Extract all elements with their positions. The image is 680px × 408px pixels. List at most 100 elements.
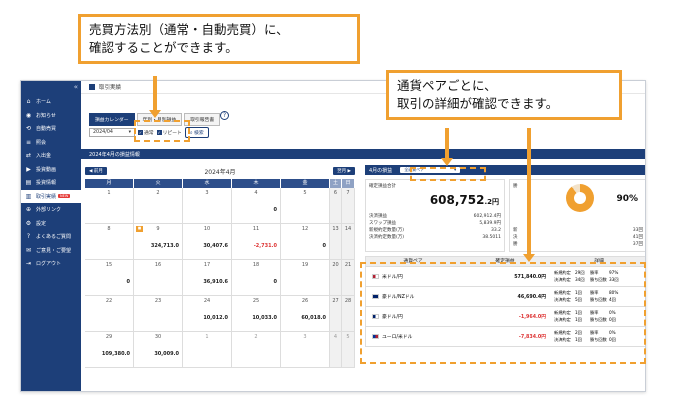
- sidebar-item[interactable]: ▶ 投資動画: [21, 163, 81, 177]
- calendar-day[interactable]: 19: [281, 260, 330, 296]
- link-icon: ⊕: [25, 206, 32, 214]
- chart-icon: ▥: [25, 192, 32, 200]
- kv-row: 決済損益 602,912.4円: [369, 213, 501, 220]
- connector: [445, 128, 449, 158]
- next-month-button[interactable]: 翌月 ▶: [333, 167, 355, 175]
- callout-trade-method: 売買方法別（通常・自動売買）に、 確認することができます。: [78, 14, 360, 64]
- calendar-day[interactable]: 28: [342, 296, 355, 332]
- month-select[interactable]: 2024/04 ▾: [89, 128, 135, 137]
- sidebar-item[interactable]: ? よくあるご質問: [21, 230, 81, 244]
- calendar-day[interactable]: 24 10,012.0: [183, 296, 232, 332]
- calendar-day[interactable]: 20: [330, 260, 342, 296]
- calendar-day[interactable]: 40: [232, 188, 281, 224]
- calendar-day[interactable]: 5: [281, 188, 330, 224]
- day-number: 21: [344, 262, 352, 268]
- calendar-day[interactable]: 25 10,033.0: [232, 296, 281, 332]
- total-pl-label: 確定損益合計: [369, 184, 396, 189]
- win-rate-donut: [566, 184, 594, 212]
- sidebar-item[interactable]: ⇄ 入出金: [21, 149, 81, 163]
- weekday-label: 金: [281, 179, 330, 188]
- search-label: 検索: [194, 131, 204, 136]
- sidebar-item-label: 設定: [36, 220, 47, 227]
- sidebar-nav: ⌂ ホーム ◉ お知らせ ⟲ 自動売買 ≡ 照会 ⇄ 入出金 ▶ 投資動画 ▤ 投資情報 ▥ 取引実績 NEW ⊕…: [21, 95, 81, 271]
- sidebar-item[interactable]: ◉ お知らせ: [21, 109, 81, 123]
- day-number: 15: [105, 262, 113, 268]
- day-number: 27: [332, 298, 339, 304]
- calendar-day[interactable]: 12 0: [281, 224, 330, 260]
- calendar-day[interactable]: 1: [183, 332, 232, 368]
- mail-icon: ✉: [25, 246, 32, 254]
- calendar-day[interactable]: 4: [330, 332, 342, 368]
- prev-month-button[interactable]: ◀ 前月: [85, 167, 107, 175]
- help-icon[interactable]: ?: [220, 111, 229, 120]
- calendar-day[interactable]: 8: [85, 224, 134, 260]
- calendar-day[interactable]: 16: [134, 260, 183, 296]
- sidebar-item[interactable]: ✉ ご意見・ご要望: [21, 244, 81, 258]
- total-pl-int: 608,752: [429, 193, 485, 207]
- sidebar-item[interactable]: ≡ 照会: [21, 136, 81, 150]
- calendar-day[interactable]: 26 60,018.0: [281, 296, 330, 332]
- kv-value: 602,912.4円: [473, 214, 501, 219]
- logout-icon: ⇥: [25, 260, 32, 268]
- weekday-header: 月火水木金土日: [85, 179, 355, 188]
- day-number: 14: [344, 226, 352, 232]
- sidebar-item[interactable]: ⟲ 自動売買: [21, 122, 81, 136]
- calendar-day[interactable]: 1: [85, 188, 134, 224]
- weekday-label: 火: [134, 179, 183, 188]
- calendar-day[interactable]: 18 0: [232, 260, 281, 296]
- calendar-day[interactable]: 7: [342, 188, 355, 224]
- day-pl: 30,407.6: [203, 243, 228, 249]
- collapse-icon[interactable]: «: [74, 83, 78, 91]
- day-number: 30: [154, 334, 162, 340]
- calendar-header: ◀ 前月 2024年4月 翌月 ▶: [85, 165, 355, 177]
- home-icon: ⌂: [26, 98, 31, 106]
- calendar-day[interactable]: 14: [342, 224, 355, 260]
- highlight-pair-table: [360, 262, 646, 364]
- calendar-day[interactable]: 22: [85, 296, 134, 332]
- calendar-day[interactable]: 6: [330, 188, 342, 224]
- calendar-day[interactable]: 5: [342, 332, 355, 368]
- kv-value: 5,839.9円: [479, 221, 501, 226]
- calendar-day[interactable]: 2: [134, 188, 183, 224]
- sidebar-item[interactable]: ⚙ 設定: [21, 217, 81, 231]
- calendar-title: 2024年4月: [204, 168, 236, 176]
- sidebar-item-label: 外部リンク: [36, 207, 62, 214]
- summary-boxes: 確定損益合計 608,752.2円 決済損益 602,912.4円 スワップ損益 5,…: [365, 179, 645, 252]
- kv-row: 決済約定数量(万) 38.5011: [369, 234, 501, 241]
- sidebar-item-label: 取引実績: [36, 193, 57, 200]
- day-number: 13: [332, 226, 339, 232]
- calendar-day[interactable]: 27: [330, 296, 342, 332]
- sidebar-item[interactable]: ▥ 取引実績 NEW: [21, 189, 81, 203]
- day-number: 25: [252, 298, 260, 304]
- summary-header: 4月の損益 全通貨ペア ▾: [365, 165, 645, 175]
- calendar-day[interactable]: 9 ■ 324,713.0: [134, 224, 183, 260]
- tab-pl-calendar[interactable]: 損益カレンダー: [89, 113, 135, 126]
- sidebar-item-label: お知らせ: [36, 112, 56, 119]
- calendar-day[interactable]: 30 30,009.0: [134, 332, 183, 368]
- calendar-day[interactable]: 29 109,380.0: [85, 332, 134, 368]
- calendar-day[interactable]: 3: [183, 188, 232, 224]
- day-number: 20: [332, 262, 339, 268]
- win-stats: 新 33回決 41回勝 37回: [513, 227, 643, 248]
- calendar-day[interactable]: 11 -2,731.0: [232, 224, 281, 260]
- sidebar-item[interactable]: ⌂ ホーム: [21, 95, 81, 109]
- calendar-day[interactable]: 2: [232, 332, 281, 368]
- calendar-day[interactable]: 21: [342, 260, 355, 296]
- calendar-day[interactable]: 3: [281, 332, 330, 368]
- sidebar-item[interactable]: ⇥ ログアウト: [21, 257, 81, 271]
- calendar-day[interactable]: 17 36,910.6: [183, 260, 232, 296]
- calendar-day[interactable]: 10 30,407.6: [183, 224, 232, 260]
- callout-line: 取引の詳細が確認できます。: [397, 96, 559, 111]
- calendar-day[interactable]: 23: [134, 296, 183, 332]
- highlight-pair-select: [410, 167, 486, 181]
- question-icon: ?: [26, 233, 31, 241]
- sidebar-item[interactable]: ▤ 投資情報: [21, 176, 81, 190]
- day-number: 18: [252, 262, 260, 268]
- calendar-day[interactable]: 15 0: [85, 260, 134, 296]
- win-rate-value: 90%: [616, 194, 638, 204]
- sidebar-item[interactable]: ⊕ 外部リンク: [21, 203, 81, 217]
- kv-label: 新規約定数量(万): [369, 228, 405, 233]
- calendar-day[interactable]: 13: [330, 224, 342, 260]
- callout-line: 通貨ペアごとに、: [397, 78, 497, 93]
- sidebar-item-label: 投資動画: [36, 166, 57, 173]
